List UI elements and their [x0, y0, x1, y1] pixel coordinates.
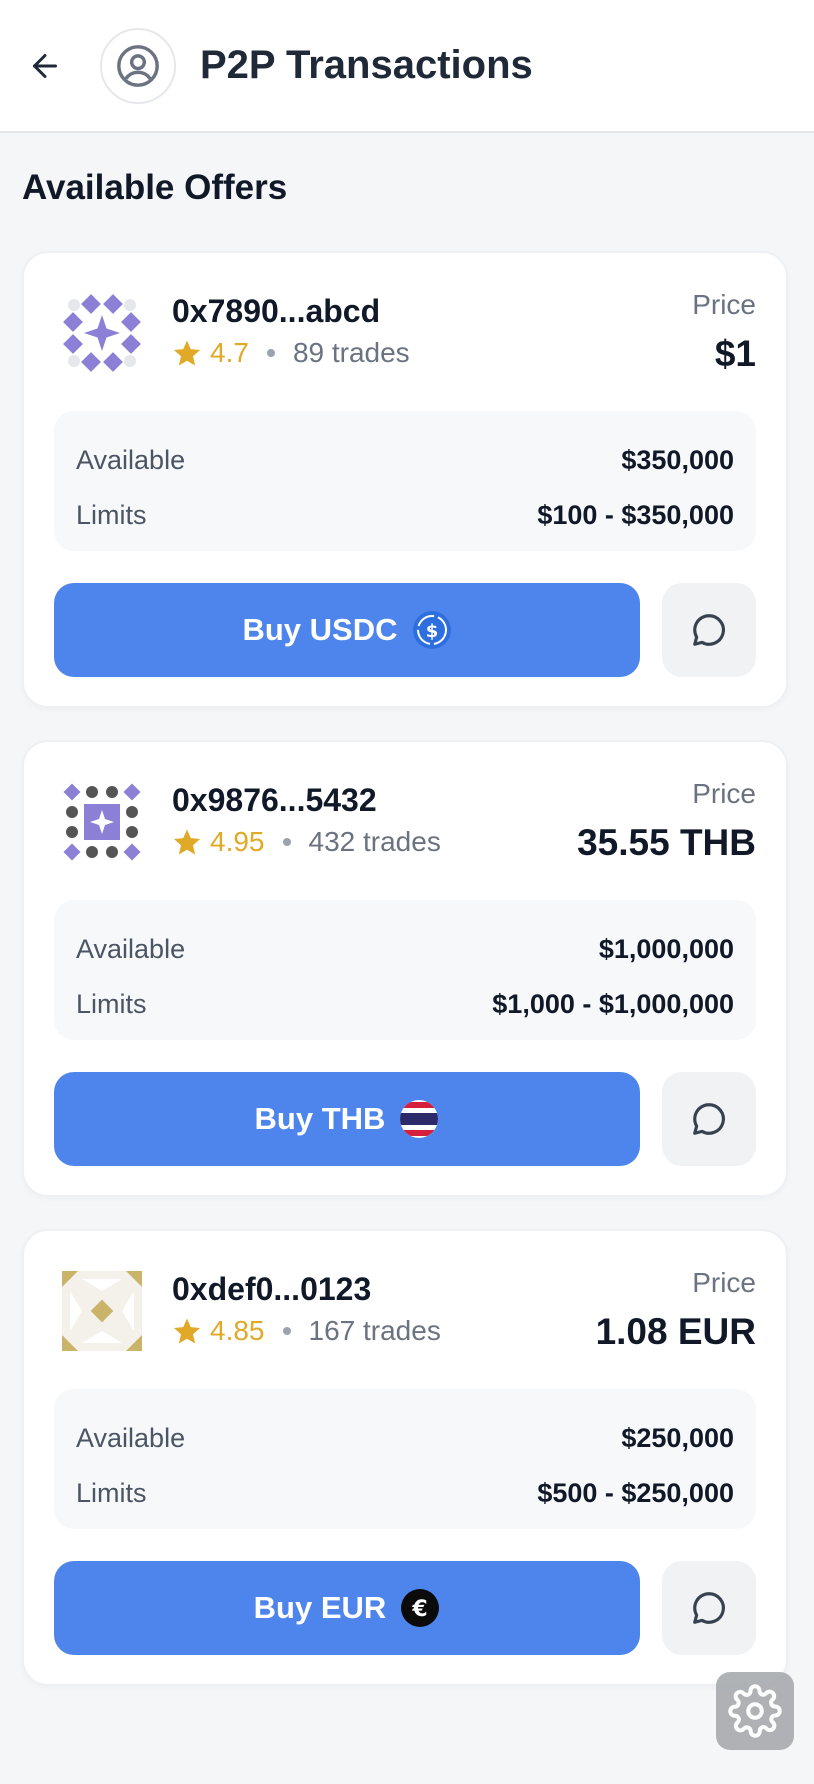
- page-title: P2P Transactions: [200, 43, 533, 87]
- back-button[interactable]: [24, 45, 66, 87]
- offer-details: Available $250,000 Limits $500 - $250,00…: [54, 1389, 756, 1529]
- rating-row: 4.85 167 trades: [172, 1315, 441, 1347]
- user-circle-icon: [117, 44, 159, 87]
- price-label: Price: [692, 1267, 756, 1298]
- chat-bubble-icon: [693, 614, 725, 646]
- available-value: $350,000: [621, 445, 734, 475]
- usdc-icon: $: [412, 611, 451, 649]
- available-label: Available: [76, 445, 186, 475]
- section-title: Available Offers: [22, 168, 288, 207]
- trades-count: 432 trades: [308, 826, 441, 857]
- trader-address: 0x7890...abcd: [172, 293, 381, 329]
- rating-value: 4.85: [210, 1315, 265, 1346]
- available-value: $1,000,000: [598, 934, 734, 964]
- price-label: Price: [692, 289, 756, 320]
- buy-button-label: Buy EUR: [253, 1590, 387, 1625]
- rating-value: 4.7: [210, 337, 249, 368]
- rating-row: 4.95 432 trades: [172, 826, 441, 858]
- chat-button[interactable]: [662, 1561, 756, 1655]
- limits-row: Limits $100 - $350,000: [76, 488, 734, 543]
- buy-button-label: Buy THB: [254, 1101, 386, 1136]
- limits-label: Limits: [76, 500, 147, 530]
- separator-dot: [266, 349, 275, 357]
- limits-value: $1,000 - $1,000,000: [492, 989, 734, 1019]
- price-value: $1: [714, 333, 756, 374]
- star-icon: [173, 829, 201, 855]
- app-header: P2P Transactions: [0, 0, 814, 133]
- trades-count: 89 trades: [292, 337, 410, 368]
- trades-count: 167 trades: [308, 1315, 441, 1346]
- chat-button[interactable]: [662, 583, 756, 677]
- trader-address: 0x9876...5432: [172, 782, 377, 818]
- separator-dot: [282, 838, 291, 846]
- offer-details: Available $1,000,000 Limits $1,000 - $1,…: [54, 900, 756, 1040]
- buy-usdc-button[interactable]: Buy USDC $: [54, 583, 640, 677]
- price-value: 35.55 THB: [577, 822, 756, 863]
- available-row: Available $250,000: [76, 1411, 734, 1466]
- buy-button-label: Buy USDC: [242, 612, 398, 647]
- available-value: $250,000: [621, 1423, 734, 1453]
- star-icon: [173, 340, 201, 366]
- buy-thb-button[interactable]: Buy THB: [54, 1072, 640, 1166]
- limits-row: Limits $500 - $250,000: [76, 1466, 734, 1521]
- chat-bubble-icon: [693, 1592, 725, 1624]
- offers-list: 0x7890...abcd 4.7 89 trades Price $1 Ava…: [22, 251, 788, 1718]
- thailand-flag-icon: [400, 1100, 439, 1138]
- settings-button[interactable]: [716, 1672, 794, 1750]
- available-label: Available: [76, 934, 186, 964]
- trader-identicon: [63, 783, 141, 861]
- price-label: Price: [692, 778, 756, 809]
- star-icon: [173, 1318, 201, 1344]
- gear-icon: [728, 1684, 782, 1738]
- limits-row: Limits $1,000 - $1,000,000: [76, 977, 734, 1032]
- limits-value: $500 - $250,000: [537, 1478, 734, 1508]
- trader-identicon: [62, 1271, 142, 1351]
- avatar[interactable]: [100, 27, 176, 104]
- trader-identicon: [63, 294, 141, 372]
- offer-details: Available $350,000 Limits $100 - $350,00…: [54, 411, 756, 551]
- euro-icon: €: [401, 1589, 440, 1627]
- limits-label: Limits: [76, 989, 147, 1019]
- offer-card: 0x7890...abcd 4.7 89 trades Price $1 Ava…: [22, 251, 788, 708]
- buy-eur-button[interactable]: Buy EUR €: [54, 1561, 640, 1655]
- separator-dot: [282, 1327, 291, 1335]
- limits-value: $100 - $350,000: [537, 500, 734, 530]
- price-value: 1.08 EUR: [595, 1311, 756, 1352]
- limits-label: Limits: [76, 1478, 147, 1508]
- available-row: Available $1,000,000: [76, 922, 734, 977]
- offer-card: 0xdef0...0123 4.85 167 trades Price 1.08…: [22, 1229, 788, 1686]
- offer-card: 0x9876...5432 4.95 432 trades Price 35.5…: [22, 740, 788, 1197]
- trader-address: 0xdef0...0123: [172, 1271, 372, 1307]
- rating-row: 4.7 89 trades: [172, 337, 410, 369]
- arrow-left-icon: [33, 53, 57, 78]
- svg-text:€: €: [412, 1597, 428, 1622]
- svg-text:$: $: [425, 621, 438, 642]
- available-label: Available: [76, 1423, 186, 1453]
- chat-button[interactable]: [662, 1072, 756, 1166]
- available-row: Available $350,000: [76, 433, 734, 488]
- rating-value: 4.95: [210, 826, 265, 857]
- chat-bubble-icon: [693, 1103, 725, 1135]
